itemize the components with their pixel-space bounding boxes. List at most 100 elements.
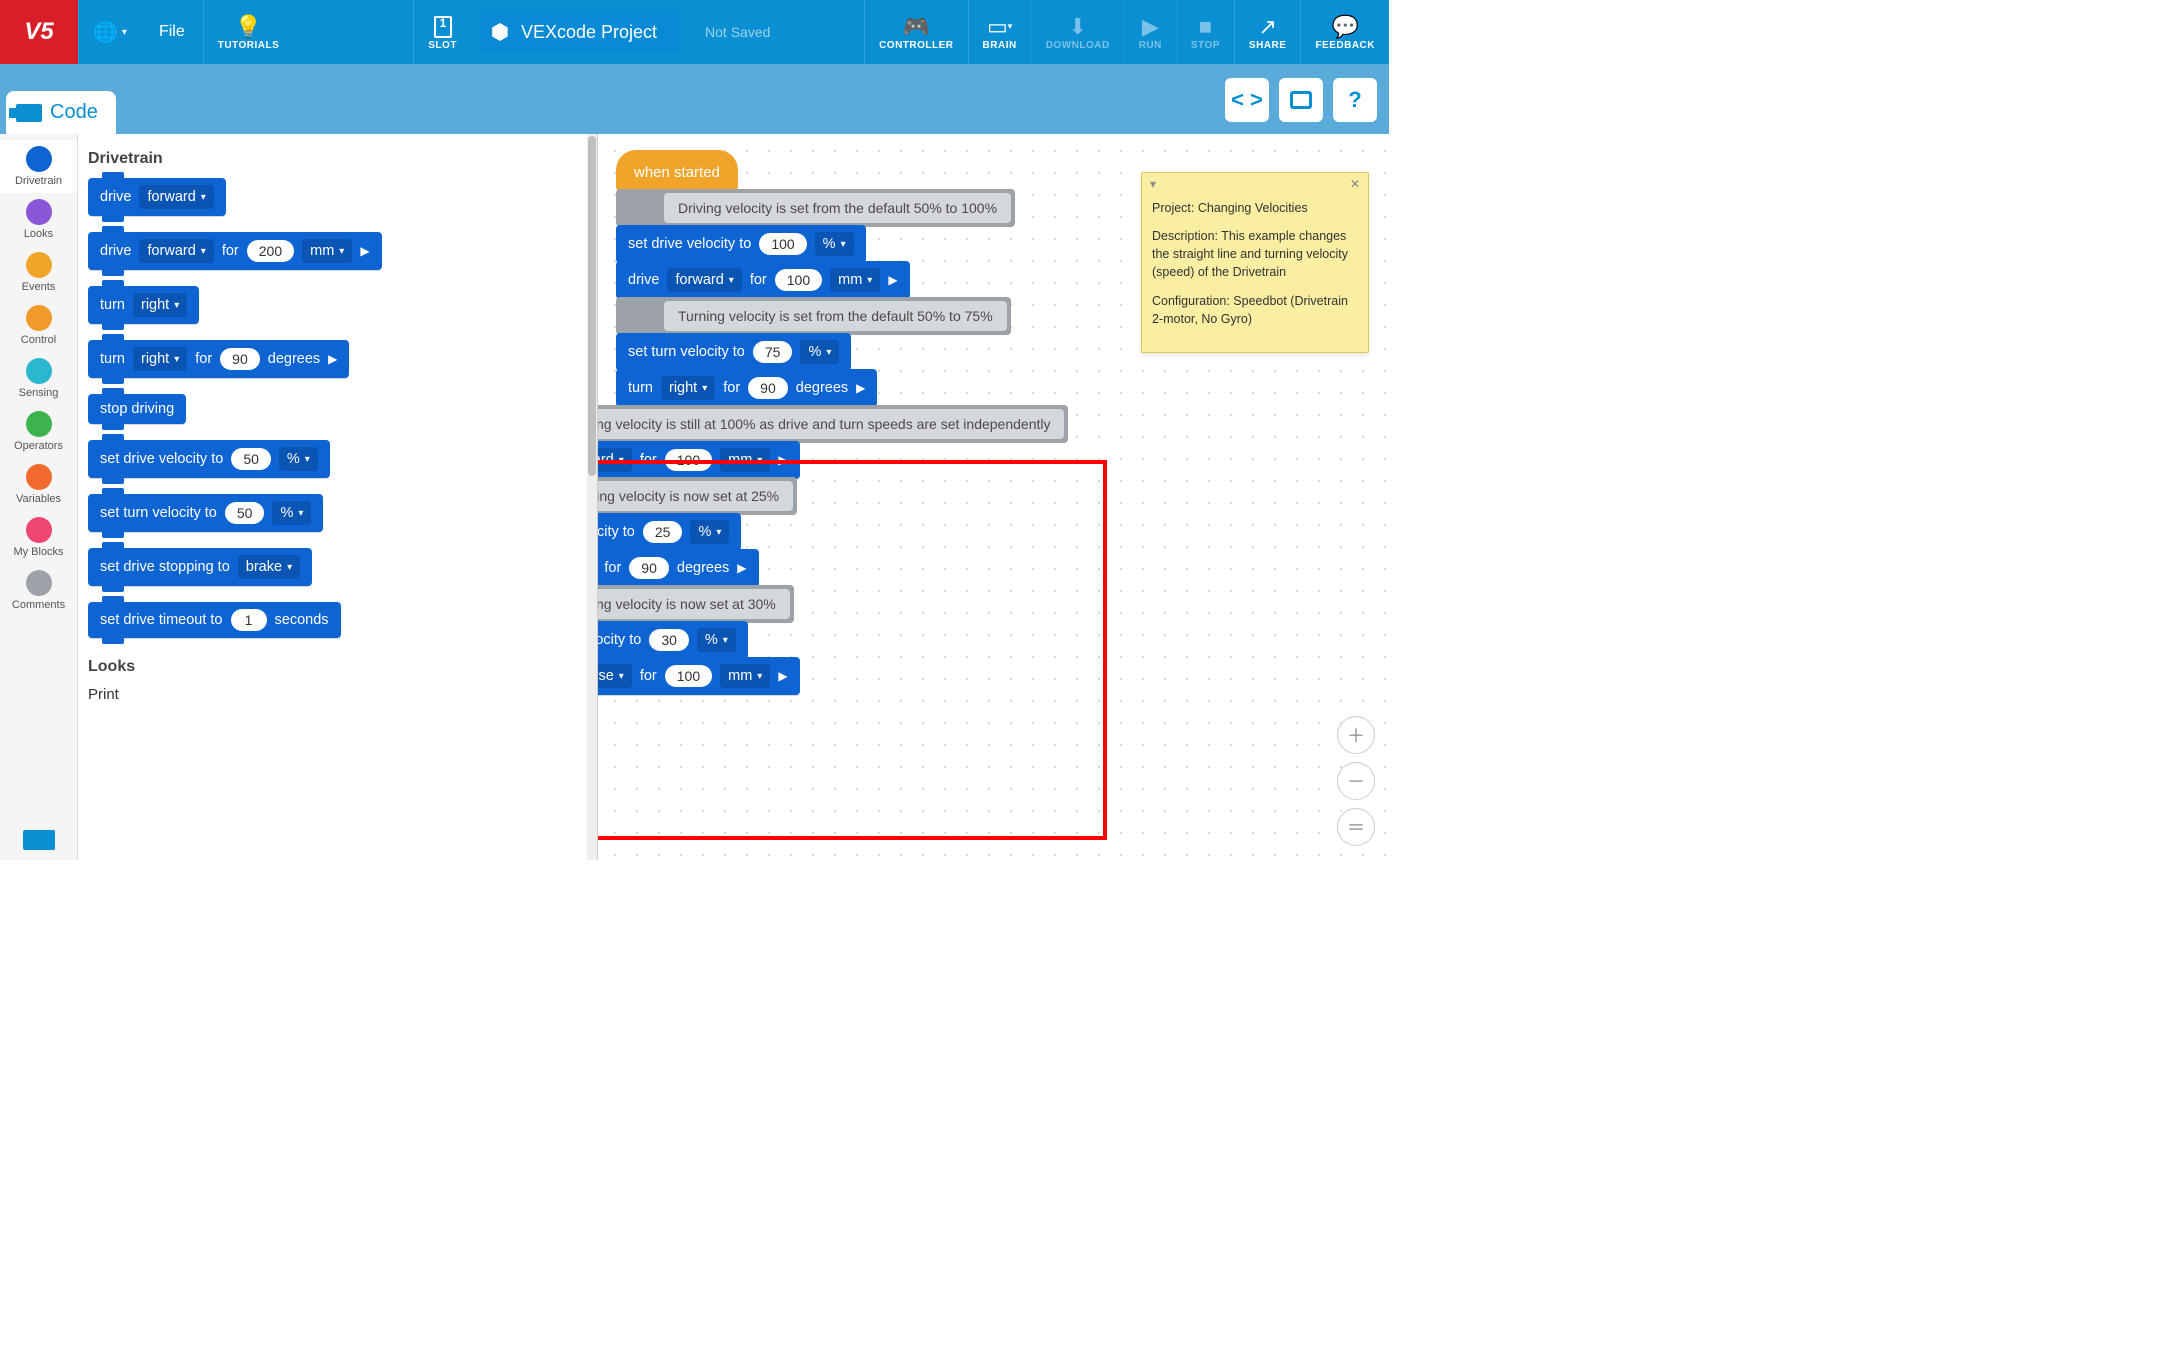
palette-heading-drivetrain: Drivetrain bbox=[88, 150, 587, 168]
code-view-button[interactable]: < > bbox=[1225, 78, 1269, 122]
turn-for-block[interactable]: turnrightfor90degrees▶ bbox=[616, 369, 877, 407]
zoom-reset-button[interactable]: ＝ bbox=[1337, 808, 1375, 846]
direction-dropdown[interactable]: right bbox=[661, 376, 715, 400]
palette-block-drive[interactable]: drive forward bbox=[88, 178, 226, 216]
direction-dropdown[interactable]: forward bbox=[667, 268, 741, 292]
unit-dropdown[interactable]: mm bbox=[302, 239, 352, 263]
unit-dropdown[interactable]: mm bbox=[720, 448, 770, 472]
direction-dropdown[interactable]: right bbox=[133, 347, 187, 371]
turn-for-block[interactable]: turnleftfor90degrees▶ bbox=[598, 549, 759, 587]
zoom-in-button[interactable]: ＋ bbox=[1337, 716, 1375, 754]
value-input[interactable]: 1 bbox=[231, 609, 267, 631]
comment-block[interactable]: Driving velocity is still at 100% as dri… bbox=[598, 405, 1068, 443]
block-stack[interactable]: when started Driving velocity is set fro… bbox=[616, 150, 1068, 695]
stop-button[interactable]: ■STOP bbox=[1176, 0, 1234, 64]
direction-dropdown[interactable]: forward bbox=[598, 448, 632, 472]
drive-for-block[interactable]: driveforwardfor100mm▶ bbox=[598, 441, 800, 479]
category-variables[interactable]: Variables bbox=[0, 458, 77, 511]
value-input[interactable]: 100 bbox=[665, 665, 712, 687]
comment-text: Turning velocity is now set at 25% bbox=[598, 481, 793, 511]
unit-dropdown[interactable]: % bbox=[690, 520, 729, 544]
category-sensing[interactable]: Sensing bbox=[0, 352, 77, 405]
devices-button[interactable] bbox=[1279, 78, 1323, 122]
value-input[interactable]: 100 bbox=[665, 449, 712, 471]
unit-dropdown[interactable]: mm bbox=[830, 268, 880, 292]
scrollbar-thumb[interactable] bbox=[588, 136, 596, 476]
unit-dropdown[interactable]: mm bbox=[720, 664, 770, 688]
palette-scrollbar[interactable] bbox=[587, 134, 597, 860]
direction-dropdown[interactable]: reverse bbox=[598, 664, 632, 688]
project-note[interactable]: ▾✕ Project: Changing Velocities Descript… bbox=[1141, 172, 1369, 353]
zoom-out-button[interactable]: － bbox=[1337, 762, 1375, 800]
tutorials-button[interactable]: 💡 TUTORIALS bbox=[203, 0, 294, 64]
palette-block-set-turn-vel[interactable]: set turn velocity to50% bbox=[88, 494, 323, 532]
value-input[interactable]: 30 bbox=[649, 629, 689, 651]
comment-block[interactable]: Turning velocity is set from the default… bbox=[616, 297, 1011, 335]
comment-block[interactable]: Turning velocity is now set at 25% bbox=[598, 477, 797, 515]
brake-dropdown[interactable]: brake bbox=[238, 555, 300, 579]
play-icon: ▶ bbox=[778, 669, 787, 683]
category-operators[interactable]: Operators bbox=[0, 405, 77, 458]
palette-block-turn[interactable]: turnright bbox=[88, 286, 199, 324]
category-myblocks[interactable]: My Blocks bbox=[0, 511, 77, 564]
value-input[interactable]: 25 bbox=[643, 521, 683, 543]
value-input[interactable]: 100 bbox=[759, 233, 806, 255]
controller-button[interactable]: 🎮CONTROLLER bbox=[864, 0, 967, 64]
drive-for-block[interactable]: drivereversefor100mm▶ bbox=[598, 657, 800, 695]
palette-block-stop[interactable]: stop driving bbox=[88, 394, 186, 424]
comment-block[interactable]: Driving velocity is set from the default… bbox=[616, 189, 1015, 227]
palette-block-set-drive-vel[interactable]: set drive velocity to50% bbox=[88, 440, 330, 478]
value-input[interactable]: 90 bbox=[748, 377, 788, 399]
code-tab[interactable]: Code bbox=[6, 91, 116, 134]
set-drive-velocity-block[interactable]: set drive velocity to30% bbox=[598, 621, 748, 659]
unit-dropdown[interactable]: % bbox=[815, 232, 854, 256]
value-input[interactable]: 90 bbox=[629, 557, 669, 579]
feedback-button[interactable]: 💬FEEDBACK bbox=[1300, 0, 1389, 64]
unit-dropdown[interactable]: % bbox=[800, 340, 839, 364]
note-close-icon[interactable]: ✕ bbox=[1350, 177, 1360, 191]
file-menu[interactable]: File bbox=[141, 0, 203, 64]
category-control[interactable]: Control bbox=[0, 299, 77, 352]
set-turn-velocity-block[interactable]: set turn velocity to25% bbox=[598, 513, 741, 551]
workspace-canvas[interactable]: when started Driving velocity is set fro… bbox=[598, 134, 1389, 860]
palette-block-set-drive-timeout[interactable]: set drive timeout to1seconds bbox=[88, 602, 341, 638]
project-name-button[interactable]: VEXcode Project bbox=[479, 14, 681, 51]
share-button[interactable]: ↗SHARE bbox=[1234, 0, 1301, 64]
value-input[interactable]: 50 bbox=[225, 502, 265, 524]
palette-block-drive-for[interactable]: driveforwardfor200mm▶ bbox=[88, 232, 382, 270]
set-turn-velocity-block[interactable]: set turn velocity to75% bbox=[616, 333, 851, 371]
set-drive-velocity-block[interactable]: set drive velocity to100% bbox=[616, 225, 866, 263]
value-input[interactable]: 75 bbox=[753, 341, 793, 363]
note-collapse-icon[interactable]: ▾ bbox=[1150, 177, 1156, 191]
unit-dropdown[interactable]: % bbox=[272, 501, 311, 525]
category-comments[interactable]: Comments bbox=[0, 564, 77, 617]
block-text: drive bbox=[100, 189, 131, 205]
category-looks[interactable]: Looks bbox=[0, 193, 77, 246]
brain-button[interactable]: ▭ ▾BRAIN bbox=[968, 0, 1031, 64]
drive-for-block[interactable]: driveforwardfor100mm▶ bbox=[616, 261, 910, 299]
direction-dropdown[interactable]: forward bbox=[139, 239, 213, 263]
value-input[interactable]: 100 bbox=[775, 269, 822, 291]
when-started-block[interactable]: when started bbox=[616, 150, 738, 191]
download-button[interactable]: ⬇DOWNLOAD bbox=[1031, 0, 1124, 64]
direction-dropdown[interactable]: right bbox=[133, 293, 187, 317]
extension-button[interactable] bbox=[0, 820, 77, 860]
run-button[interactable]: ▶RUN bbox=[1124, 0, 1176, 64]
category-drivetrain[interactable]: Drivetrain bbox=[0, 140, 77, 193]
block-palette[interactable]: Drivetrain drive forward drive forward for 2… bbox=[78, 134, 598, 860]
comment-block[interactable]: Driving velocity is now set at 30% bbox=[598, 585, 794, 623]
unit-dropdown[interactable]: % bbox=[697, 628, 736, 652]
palette-block-turn-for[interactable]: turnrightfor90degrees▶ bbox=[88, 340, 349, 378]
category-events[interactable]: Events bbox=[0, 246, 77, 299]
language-button[interactable]: 🌐 ▾ bbox=[78, 0, 141, 64]
block-text: for bbox=[222, 243, 239, 259]
palette-block-set-drive-stop[interactable]: set drive stopping tobrake bbox=[88, 548, 312, 586]
slot-button[interactable]: 1 SLOT bbox=[413, 0, 471, 64]
value-input[interactable]: 90 bbox=[220, 348, 260, 370]
value-input[interactable]: 50 bbox=[231, 448, 271, 470]
unit-dropdown[interactable]: % bbox=[279, 447, 318, 471]
value-input[interactable]: 200 bbox=[247, 240, 294, 262]
play-icon: ▶ bbox=[778, 453, 787, 467]
direction-dropdown[interactable]: forward bbox=[139, 185, 213, 209]
help-button[interactable]: ? bbox=[1333, 78, 1377, 122]
